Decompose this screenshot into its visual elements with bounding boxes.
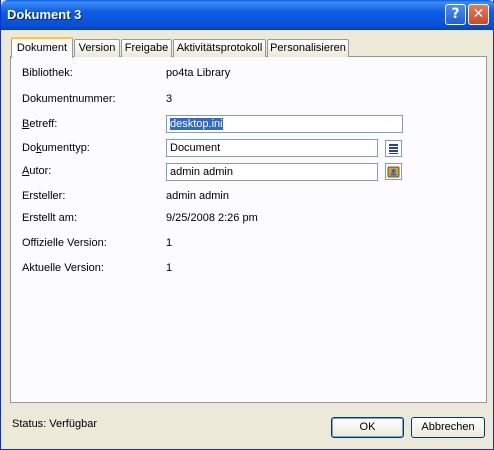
user-lookup-icon bbox=[387, 166, 400, 178]
dokumenttyp-picker-button[interactable] bbox=[385, 140, 402, 157]
betreff-label: Betreff: bbox=[22, 118, 58, 130]
list-icon bbox=[389, 144, 398, 154]
betreff-value: desktop.ini bbox=[170, 118, 223, 130]
title-bar[interactable]: Dokument 3 ? ✕ bbox=[1, 0, 494, 30]
dokumenttyp-input[interactable]: Document bbox=[166, 139, 378, 157]
bibliothek-value: po4ta Library bbox=[166, 67, 231, 79]
offizielle-version-label: Offizielle Version: bbox=[22, 237, 107, 249]
autor-label: Autor: bbox=[22, 165, 52, 177]
dokumentnummer-label: Dokumentnummer: bbox=[22, 93, 116, 105]
ok-button[interactable]: OK bbox=[331, 417, 404, 438]
autor-input[interactable]: admin admin bbox=[166, 163, 378, 181]
bibliothek-label: Bibliothek: bbox=[22, 67, 73, 79]
autor-value: admin admin bbox=[170, 166, 233, 178]
dokumentnummer-value: 3 bbox=[166, 93, 173, 105]
offizielle-version-value: 1 bbox=[166, 237, 173, 249]
tab-dokument[interactable]: Dokument bbox=[11, 37, 73, 58]
ersteller-label: Ersteller: bbox=[22, 190, 66, 202]
betreff-input[interactable]: desktop.ini bbox=[166, 115, 403, 133]
dialog-window: Dokument 3 ? ✕ Dokument Version Freigabe… bbox=[0, 0, 494, 450]
erstellt-am-label: Erstellt am: bbox=[22, 212, 78, 224]
tab-personalisieren[interactable]: Personalisieren bbox=[267, 39, 349, 57]
erstellt-am-value: 9/25/2008 2:26 pm bbox=[166, 212, 258, 224]
dokumenttyp-value: Document bbox=[170, 142, 221, 154]
aktuelle-version-value: 1 bbox=[166, 262, 173, 274]
window-title: Dokument 3 bbox=[7, 7, 82, 22]
autor-picker-button[interactable] bbox=[385, 163, 402, 180]
tab-panel-dokument bbox=[10, 56, 487, 403]
help-button[interactable]: ? bbox=[445, 4, 466, 25]
dokumenttyp-label: Dokumenttyp: bbox=[22, 142, 90, 154]
help-icon: ? bbox=[451, 6, 460, 22]
tab-aktivitaetsprotokoll[interactable]: Aktivitätsprotokoll bbox=[173, 39, 266, 57]
close-button[interactable]: ✕ bbox=[468, 4, 489, 25]
cancel-button[interactable]: Abbrechen bbox=[411, 417, 485, 438]
ersteller-value: admin admin bbox=[166, 190, 229, 202]
tab-freigabe[interactable]: Freigabe bbox=[121, 39, 172, 57]
aktuelle-version-label: Aktuelle Version: bbox=[22, 262, 104, 274]
tab-version[interactable]: Version bbox=[74, 39, 120, 57]
status-text: Status: Verfügbar bbox=[12, 418, 97, 430]
close-icon: ✕ bbox=[472, 6, 485, 22]
